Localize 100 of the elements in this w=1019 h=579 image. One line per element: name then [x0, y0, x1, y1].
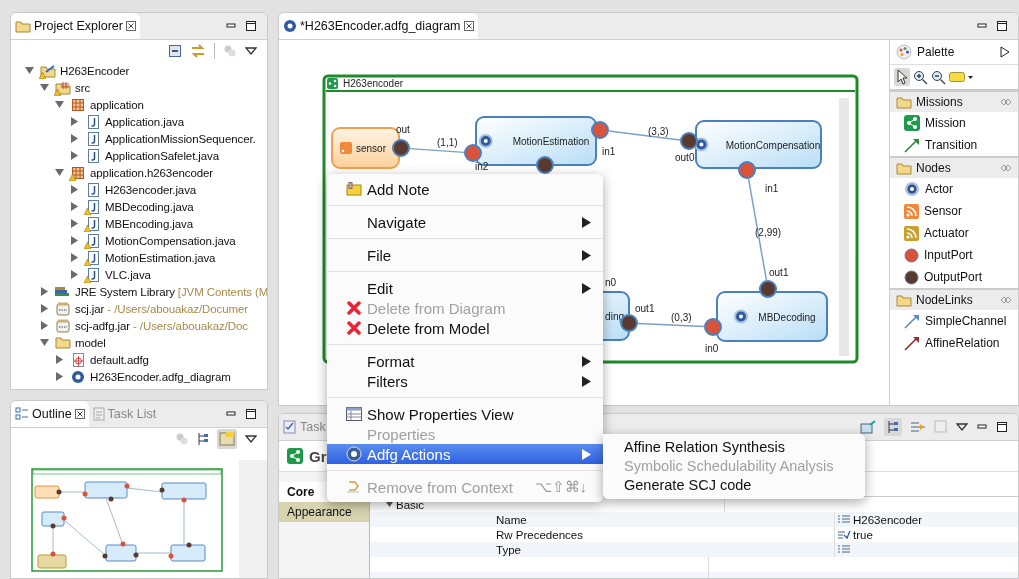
- palette-tool[interactable]: Sensor: [890, 200, 1018, 222]
- palette-tool[interactable]: InputPort: [890, 244, 1018, 266]
- palette-tool[interactable]: OutputPort: [890, 266, 1018, 288]
- tree-item-label[interactable]: src: [75, 81, 91, 94]
- palette-tool[interactable]: Transition: [890, 134, 1018, 156]
- channel-rate-label: (3,3): [648, 126, 669, 137]
- output-port[interactable]: [536, 156, 554, 174]
- tree-item-label[interactable]: ApplicationMissionSequencer.: [105, 132, 256, 145]
- maximize-icon[interactable]: [996, 421, 1008, 433]
- menu-item[interactable]: Add Note: [327, 179, 603, 199]
- menu-item[interactable]: Format: [327, 351, 603, 371]
- editor-tab[interactable]: *H263Encoder.adfg_diagram: [279, 13, 478, 39]
- collapsed-arrow-icon[interactable]: [70, 185, 79, 194]
- tree-item-label[interactable]: JRE System Library: [75, 285, 175, 298]
- maximize-icon[interactable]: [245, 20, 257, 32]
- tree-item-label[interactable]: H263encoder.java: [105, 183, 197, 196]
- collapsed-arrow-icon[interactable]: [55, 355, 64, 364]
- palette-drawer-header[interactable]: NodeLinks: [890, 288, 1018, 310]
- tree-item-label[interactable]: scj-adfg.jar: [75, 319, 131, 332]
- input-port[interactable]: [704, 318, 722, 336]
- tree-item-label[interactable]: MBDecoding.java: [105, 200, 194, 213]
- maximize-icon[interactable]: [996, 20, 1008, 32]
- view-menu-icon[interactable]: [245, 46, 257, 56]
- tree-item-label[interactable]: Application.java: [105, 115, 184, 128]
- collapsed-arrow-icon[interactable]: [40, 321, 49, 330]
- tree-item-label[interactable]: VLC.java: [105, 268, 151, 281]
- collapsed-arrow-icon[interactable]: [40, 304, 49, 313]
- tree-item-label[interactable]: ApplicationSafelet.java: [105, 149, 220, 162]
- output-port[interactable]: [392, 139, 410, 157]
- menu-item[interactable]: File: [327, 245, 603, 265]
- input-port[interactable]: [738, 161, 756, 179]
- collapsed-arrow-icon[interactable]: [70, 134, 79, 143]
- scrollbar[interactable]: [239, 460, 267, 578]
- menu-item[interactable]: Filters: [327, 371, 603, 391]
- palette-tool[interactable]: Actuator: [890, 222, 1018, 244]
- close-icon[interactable]: [74, 409, 85, 419]
- view-menu-icon[interactable]: [956, 422, 968, 432]
- zoom-out-icon[interactable]: [931, 69, 946, 85]
- collapsed-arrow-icon[interactable]: [70, 151, 79, 160]
- input-port[interactable]: [464, 144, 482, 162]
- collapse-triangle-icon[interactable]: [1000, 46, 1010, 58]
- menu-item[interactable]: Adfg Actions: [327, 444, 603, 464]
- palette-drawer-header[interactable]: Missions: [890, 90, 1018, 112]
- tree-view-icon[interactable]: [884, 418, 902, 436]
- expanded-arrow-icon[interactable]: [55, 100, 64, 109]
- collapsed-arrow-icon[interactable]: [70, 253, 79, 262]
- palette-tool[interactable]: Mission: [890, 112, 1018, 134]
- collapsed-arrow-icon[interactable]: [70, 270, 79, 279]
- tree-item-label[interactable]: H263Encoder.adfg_diagram: [90, 370, 231, 383]
- expanded-arrow-icon[interactable]: [40, 83, 49, 92]
- property-value[interactable]: H263encoder: [853, 513, 923, 526]
- tree-item-label[interactable]: MBEncoding.java: [105, 217, 193, 230]
- menu-item[interactable]: Generate SCJ code: [603, 475, 865, 494]
- expanded-arrow-icon[interactable]: [25, 66, 34, 75]
- tree-item-label[interactable]: default.adfg: [90, 353, 149, 366]
- output-port[interactable]: [680, 132, 698, 150]
- filter-dots-icon[interactable]: [223, 44, 237, 58]
- panel-tab[interactable]: Outline: [11, 401, 89, 427]
- filter-dots-icon[interactable]: [175, 432, 189, 446]
- menu-item[interactable]: Edit: [327, 278, 603, 298]
- expanded-arrow-icon[interactable]: [386, 501, 393, 508]
- palette-drawer-header[interactable]: Nodes: [890, 156, 1018, 178]
- output-port[interactable]: [759, 280, 777, 298]
- tree-item-label[interactable]: scj.jar: [75, 302, 105, 315]
- tree-item-label[interactable]: MotionEstimation.java: [105, 251, 216, 264]
- property-value[interactable]: true: [853, 528, 873, 541]
- palette-tool[interactable]: Actor: [890, 178, 1018, 200]
- collapsed-arrow-icon[interactable]: [70, 219, 79, 228]
- close-icon[interactable]: [463, 21, 474, 31]
- panel-tab[interactable]: Project Explorer: [11, 13, 140, 39]
- close-icon[interactable]: [125, 21, 136, 31]
- expanded-arrow-icon[interactable]: [40, 338, 49, 347]
- expanded-arrow-icon[interactable]: [55, 168, 64, 177]
- zoom-in-icon[interactable]: [913, 69, 928, 85]
- input-port[interactable]: [591, 121, 609, 139]
- tree-item-label[interactable]: application: [90, 98, 144, 111]
- menu-item[interactable]: Delete from Model: [327, 318, 603, 338]
- menu-item[interactable]: Navigate: [327, 212, 603, 232]
- pointer-icon[interactable]: [894, 68, 910, 86]
- palette-tool[interactable]: AffineRelation: [890, 332, 1018, 354]
- note-dropdown-icon[interactable]: [949, 71, 973, 83]
- maximize-icon[interactable]: [245, 408, 257, 420]
- tree-item-label[interactable]: application.h263encoder: [90, 166, 214, 179]
- view-menu-icon[interactable]: [245, 434, 257, 444]
- collapse-all-icon[interactable]: [168, 44, 182, 58]
- collapsed-arrow-icon[interactable]: [70, 117, 79, 126]
- tree-item-label[interactable]: model: [75, 336, 106, 349]
- property-tab[interactable]: Appearance: [279, 502, 369, 522]
- collapsed-arrow-icon[interactable]: [70, 202, 79, 211]
- tree-item-label[interactable]: MotionCompensation.java: [105, 234, 236, 247]
- palette-tool[interactable]: SimpleChannel: [890, 310, 1018, 332]
- menu-item[interactable]: Show Properties View: [327, 404, 603, 424]
- actor-node[interactable]: [716, 291, 828, 342]
- tree-item-label[interactable]: H263Encoder: [60, 64, 130, 77]
- collapsed-arrow-icon[interactable]: [55, 372, 64, 381]
- actor-node[interactable]: [695, 120, 822, 169]
- tree-view-icon[interactable]: [197, 432, 209, 446]
- collapsed-arrow-icon[interactable]: [40, 287, 49, 296]
- collapsed-arrow-icon[interactable]: [70, 236, 79, 245]
- menu-item[interactable]: Affine Relation Synthesis: [603, 437, 865, 456]
